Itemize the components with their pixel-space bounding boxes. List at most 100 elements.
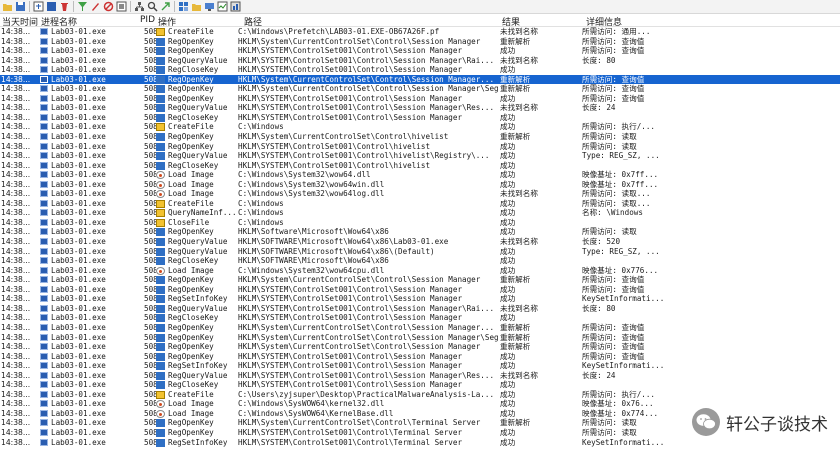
table-row[interactable]: 14:38... Lab03-01.exe 508 RegOpenKey HKLM\Sy… [0, 37, 840, 47]
registry-icon [156, 381, 165, 390]
cell-process: Lab03-01.exe [51, 27, 106, 36]
cell-result: 成功 [500, 93, 516, 103]
table-row[interactable]: 14:38... Lab03-01.exe 508 RegSetInfoKey HKLM… [0, 294, 840, 304]
table-row[interactable]: 14:38... Lab03-01.exe 508 RegOpenKey HKLM\Sy… [0, 323, 840, 333]
table-row[interactable]: 14:38... Lab03-01.exe 508 Load Image C:\Wind… [0, 189, 840, 199]
registry-icon[interactable] [178, 1, 189, 12]
table-row[interactable]: 14:38... Lab03-01.exe 508 RegQueryValue HKLM… [0, 247, 840, 257]
table-row[interactable]: 14:38... Lab03-01.exe 508 RegOpenKey HKLM\Sy… [0, 84, 840, 94]
table-row[interactable]: 14:38... Lab03-01.exe 508 RegOpenKey HKLM\Sy… [0, 275, 840, 285]
table-row[interactable]: 14:38... Lab03-01.exe 508 CreateFile C:\Wind… [0, 27, 840, 37]
cell-path: HKLM\SYSTEM\ControlSet001\Control\Sessio… [238, 313, 463, 323]
autoscroll-icon[interactable] [46, 1, 57, 12]
cell-result: 重新解析 [500, 332, 531, 342]
cell-time: 14:38... [1, 275, 31, 285]
cell-result: 未找到名称 [500, 237, 538, 247]
table-row[interactable]: 14:38... Lab03-01.exe 508 RegOpenKey HKLM\Sy… [0, 132, 840, 142]
network-icon[interactable] [204, 1, 215, 12]
table-row[interactable]: 14:38... Lab03-01.exe 508 Load Image C:\Wind… [0, 170, 840, 180]
table-row[interactable]: 14:38... Lab03-01.exe 508 Load Image C:\Wind… [0, 180, 840, 190]
cell-path: HKLM\System\CurrentControlSet\Control\Se… [238, 84, 500, 94]
registry-icon [156, 247, 165, 256]
cell-detail: 所需访问: 查询值 [582, 74, 645, 84]
table-row[interactable]: 14:38... Lab03-01.exe 508 RegQueryValue HKLM… [0, 304, 840, 314]
toolbar [0, 0, 840, 14]
clear-icon[interactable] [59, 1, 70, 12]
table-row[interactable]: 14:38... Lab03-01.exe 508 RegOpenKey HKLM\SY… [0, 94, 840, 104]
table-row[interactable]: 14:38... Lab03-01.exe 508 RegQueryValue HKLM… [0, 56, 840, 66]
registry-icon [156, 66, 165, 75]
table-row[interactable]: 14:38... Lab03-01.exe 508 RegOpenKey HKLM\SY… [0, 285, 840, 295]
cell-result: 成功 [500, 112, 516, 122]
cell-detail: 所需访问: 读取 [582, 141, 637, 151]
table-row[interactable]: 14:38... Lab03-01.exe 508 RegQueryValue HKLM… [0, 371, 840, 381]
table-row[interactable]: 14:38... Lab03-01.exe 508 RegCloseKey HKLM\S… [0, 313, 840, 323]
cell-path: C:\Windows\System32\wow64cpu.dll [238, 265, 385, 275]
cell-time: 14:38... [1, 370, 31, 380]
table-row[interactable]: 14:38... Lab03-01.exe 508 RegCloseKey HKLM\S… [0, 113, 840, 123]
table-row[interactable]: 14:38... Lab03-01.exe 508 RegQueryValue HKLM… [0, 103, 840, 113]
cell-pid: 508 [144, 84, 156, 94]
process-activity-icon[interactable] [217, 1, 228, 12]
process-icon [40, 381, 48, 389]
cell-pid: 508 [144, 284, 156, 294]
profiling-icon[interactable] [230, 1, 241, 12]
registry-icon [156, 75, 165, 84]
table-row[interactable]: 14:38... Lab03-01.exe 508 CreateFile C:\Wind… [0, 199, 840, 209]
table-row[interactable]: 14:38... Lab03-01.exe 508 CreateFile C:\Wind… [0, 122, 840, 132]
table-row[interactable]: 14:38... Lab03-01.exe 508 RegOpenKey HKLM\Sy… [0, 342, 840, 352]
table-row[interactable]: 14:38... Lab03-01.exe 508 RegSetInfoKey HKLM… [0, 361, 840, 371]
event-list[interactable]: 14:38... Lab03-01.exe 508 CreateFile C:\Wind… [0, 27, 840, 456]
jump-icon[interactable] [160, 1, 171, 12]
table-row[interactable]: 14:38... Lab03-01.exe 508 RegOpenKey HKLM\Sy… [0, 333, 840, 343]
filter-icon[interactable] [77, 1, 88, 12]
table-row[interactable]: 14:38... Lab03-01.exe 508 RegOpenKey HKLM\Sy… [0, 74, 840, 85]
column-pid[interactable]: PID [140, 15, 155, 25]
table-row[interactable]: 14:38... Lab03-01.exe 508 CloseFile C:\Windo… [0, 218, 840, 228]
cell-pid: 508 [144, 65, 156, 75]
cell-pid: 508 [144, 198, 156, 208]
find-icon[interactable] [116, 1, 127, 12]
cell-time: 14:38... [1, 141, 31, 151]
process-icon [40, 85, 48, 93]
table-row[interactable]: 14:38... Lab03-01.exe 508 RegOpenKey HKLM\So… [0, 227, 840, 237]
include-process-icon[interactable] [103, 1, 114, 12]
table-row[interactable]: 14:38... Lab03-01.exe 508 RegOpenKey HKLM\SY… [0, 142, 840, 152]
cell-process: Lab03-01.exe [51, 303, 106, 313]
table-row[interactable]: 14:38... Lab03-01.exe 508 CreateFile C:\User… [0, 390, 840, 400]
cell-operation: CreateFile [168, 122, 214, 132]
table-row[interactable]: 14:38... Lab03-01.exe 508 QueryNameInf... C:… [0, 208, 840, 218]
table-row[interactable]: 14:38... Lab03-01.exe 508 RegCloseKey HKLM\S… [0, 256, 840, 266]
cell-pid: 508 [144, 132, 156, 142]
cell-result: 成功 [500, 208, 516, 218]
save-icon[interactable] [15, 1, 26, 12]
table-row[interactable]: 14:38... Lab03-01.exe 508 Load Image C:\Wind… [0, 266, 840, 276]
cell-pid: 508 [144, 55, 156, 65]
cell-operation: RegQueryValue [168, 103, 228, 113]
open-icon[interactable] [2, 1, 13, 12]
table-row[interactable]: 14:38... Lab03-01.exe 508 RegCloseKey HKLM\S… [0, 65, 840, 75]
cell-detail: 所需访问: 查询值 [582, 46, 645, 56]
capture-icon[interactable] [33, 1, 44, 12]
table-row[interactable]: 14:38... Lab03-01.exe 508 RegCloseKey HKLM\S… [0, 380, 840, 390]
table-row[interactable]: 14:38... Lab03-01.exe 508 RegCloseKey HKLM\S… [0, 161, 840, 171]
cell-operation: RegOpenKey [168, 132, 214, 142]
process-tree-icon[interactable] [134, 1, 145, 12]
highlight-icon[interactable] [90, 1, 101, 12]
registry-icon [156, 304, 165, 313]
table-row[interactable]: 14:38... Lab03-01.exe 508 RegQueryValue HKLM… [0, 151, 840, 161]
search-icon[interactable] [147, 1, 158, 12]
filesystem-icon[interactable] [191, 1, 202, 12]
table-row[interactable]: 14:38... Lab03-01.exe 508 RegOpenKey HKLM\SY… [0, 352, 840, 362]
cell-process: Lab03-01.exe [51, 151, 106, 161]
process-icon [40, 390, 48, 398]
registry-icon [156, 37, 165, 46]
cell-time: 14:38... [1, 198, 31, 208]
cell-detail: 所需访问: 读取 [582, 427, 637, 437]
cell-detail: 所需访问: 读取... [582, 189, 651, 199]
process-activity-icon [156, 266, 165, 275]
cell-detail: 所需访问: 查询值 [582, 332, 645, 342]
table-row[interactable]: 14:38... Lab03-01.exe 508 RegQueryValue HKLM… [0, 237, 840, 247]
process-icon [40, 323, 48, 331]
table-row[interactable]: 14:38... Lab03-01.exe 508 RegOpenKey HKLM\SY… [0, 46, 840, 56]
